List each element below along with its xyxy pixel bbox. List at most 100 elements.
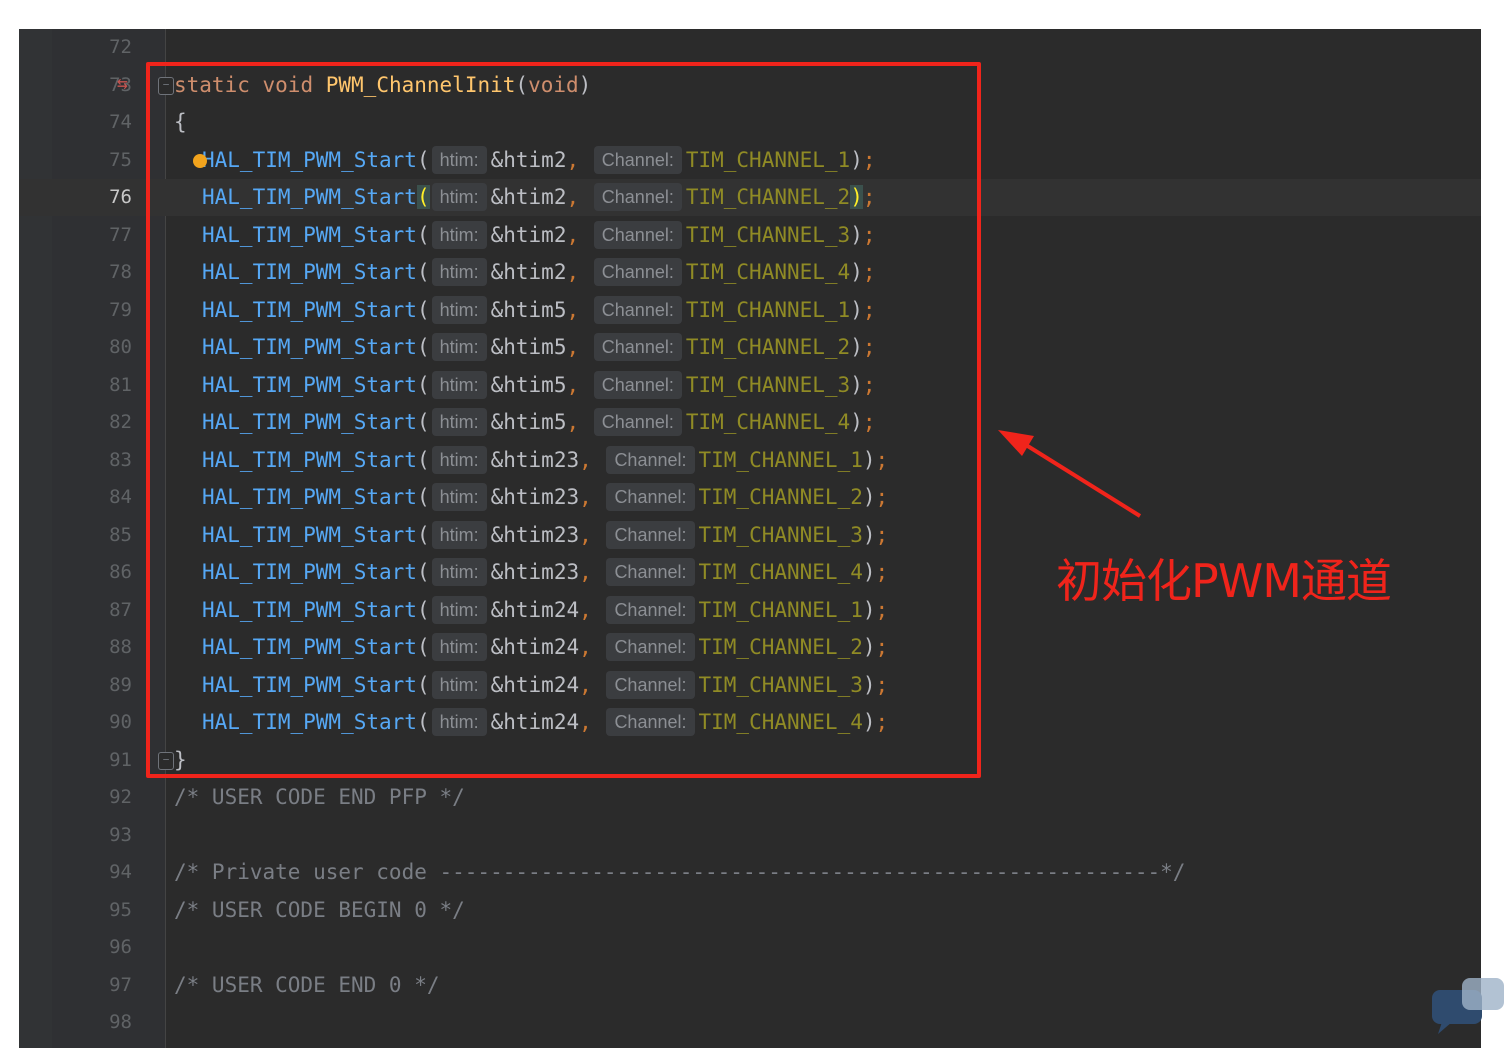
param-hint: htim:: [431, 220, 487, 249]
code-text: {: [174, 110, 187, 134]
param-hint: Channel:: [593, 370, 682, 399]
code-text: /* USER CODE END PFP */: [174, 785, 465, 809]
line-number: 89: [109, 673, 132, 696]
fold-icon[interactable]: −: [158, 76, 174, 95]
code-text: /* USER CODE BEGIN 0 */: [174, 897, 465, 922]
code-text: HAL_TIM_PWM_Start(htim: &htim24, Channel:…: [202, 670, 889, 699]
line-number: 88: [109, 636, 132, 658]
code-line[interactable]: 73 static void PWM_ChannelInit(void): [19, 67, 1481, 104]
code-line[interactable]: 90 HAL_TIM_PWM_Start(htim: &htim24, Channe…: [19, 704, 1481, 741]
line-number: 77: [109, 223, 132, 246]
line-number: 72: [109, 36, 132, 58]
line-number: 76: [109, 186, 132, 208]
code-text: HAL_TIM_PWM_Start(htim: &htim2, Channel: T…: [202, 145, 876, 174]
param-hint: Channel:: [593, 295, 682, 324]
param-hint: htim:: [431, 145, 487, 174]
code-text: }: [174, 747, 187, 772]
code-line[interactable]: 77 HAL_TIM_PWM_Start(htim: &htim2, Channel…: [19, 217, 1481, 254]
param-hint: htim:: [431, 333, 487, 361]
code-line[interactable]: 91}: [19, 742, 1481, 779]
line-number: 74: [109, 111, 132, 133]
code-line[interactable]: 93: [19, 817, 1481, 854]
line-number: 84: [109, 486, 132, 508]
code-line[interactable]: 81 HAL_TIM_PWM_Start(htim: &htim5, Channel…: [19, 367, 1481, 404]
code-line[interactable]: 97 /* USER CODE END 0 */: [19, 967, 1481, 1004]
param-hint: htim:: [431, 295, 487, 324]
line-number: 86: [109, 561, 132, 583]
code-line[interactable]: 75 HAL_TIM_PWM_Start(htim: &htim2, Channel…: [19, 142, 1481, 179]
param-hint: Channel:: [606, 445, 695, 474]
param-hint: htim:: [431, 183, 487, 211]
code-editor[interactable]: 72 92 /* USER CODE END PFP */ 93 94 /* Privat…: [19, 29, 1481, 1048]
intention-bulb-icon[interactable]: [193, 153, 207, 168]
code-text: HAL_TIM_PWM_Start(htim: &htim23, Channel:…: [202, 483, 889, 511]
change-arrows-icon[interactable]: ⇆: [117, 73, 128, 94]
param-hint: htim:: [431, 633, 487, 661]
code-text: HAL_TIM_PWM_Start(htim: &htim23, Channel:…: [202, 520, 889, 549]
param-hint: htim:: [431, 408, 487, 436]
param-hint: Channel:: [593, 333, 682, 361]
code-text: HAL_TIM_PWM_Start(htim: &htim5, Channel: T…: [202, 370, 876, 399]
param-hint: Channel:: [606, 483, 695, 511]
line-number: 87: [109, 598, 132, 621]
chat-bubble-icon: [1432, 978, 1504, 1034]
code-text: HAL_TIM_PWM_Start(htim: &htim2, Channel: T…: [202, 258, 876, 286]
code-text: static void PWM_ChannelInit(void): [174, 72, 592, 97]
code-text: HAL_TIM_PWM_Start(htim: &htim24, Channel:…: [202, 708, 889, 736]
code-text: HAL_TIM_PWM_Start(htim: &htim23, Channel:…: [202, 558, 889, 586]
fold-icon[interactable]: −: [158, 751, 174, 770]
line-number: 78: [109, 261, 132, 283]
param-hint: htim:: [431, 258, 487, 286]
param-hint: Channel:: [606, 670, 695, 699]
line-number: 92: [109, 786, 132, 808]
code-text: HAL_TIM_PWM_Start(htim: &htim24, Channel:…: [202, 633, 889, 661]
code-line[interactable]: 96: [19, 929, 1481, 966]
code-line[interactable]: 88 HAL_TIM_PWM_Start(htim: &htim24, Channe…: [19, 629, 1481, 666]
param-hint: Channel:: [606, 520, 695, 549]
code-text: HAL_TIM_PWM_Start(htim: &htim2, Channel: T…: [202, 220, 876, 249]
code-line[interactable]: 72: [19, 29, 1481, 66]
code-line[interactable]: 76 HAL_TIM_PWM_Start(htim: &htim2, Channel…: [19, 179, 1481, 216]
code-text: HAL_TIM_PWM_Start(htim: &htim24, Channel:…: [202, 595, 889, 624]
code-line[interactable]: 94 /* Private user code -----------------…: [19, 854, 1481, 891]
line-number: 93: [109, 823, 132, 846]
line-number: 79: [109, 298, 132, 321]
line-number: 98: [109, 1011, 132, 1033]
code-line[interactable]: 89 HAL_TIM_PWM_Start(htim: &htim24, Channe…: [19, 667, 1481, 704]
code-line[interactable]: 95 /* USER CODE BEGIN 0 */: [19, 892, 1481, 929]
param-hint: htim:: [431, 520, 487, 549]
line-number: 85: [109, 523, 132, 546]
param-hint: Channel:: [593, 183, 682, 211]
code-line[interactable]: 82 HAL_TIM_PWM_Start(htim: &htim5, Channel…: [19, 404, 1481, 441]
param-hint: Channel:: [606, 558, 695, 586]
param-hint: Channel:: [593, 145, 682, 174]
line-number: 90: [109, 711, 132, 733]
code-line[interactable]: 74 {: [19, 104, 1481, 141]
line-number: 91: [109, 748, 132, 771]
line-number: 83: [109, 448, 132, 471]
param-hint: htim:: [431, 483, 487, 511]
line-number: 96: [109, 936, 132, 958]
annotation-label: 初始化PWM通道: [1056, 554, 1392, 608]
code-line[interactable]: 98: [19, 1004, 1481, 1041]
line-number: 94: [109, 861, 132, 883]
param-hint: Channel:: [593, 408, 682, 436]
param-hint: htim:: [431, 370, 487, 399]
param-hint: Channel:: [593, 220, 682, 249]
line-number: 95: [109, 898, 132, 921]
code-line[interactable]: 83 HAL_TIM_PWM_Start(htim: &htim23, Channe…: [19, 442, 1481, 479]
code-line[interactable]: 92 /* USER CODE END PFP */: [19, 779, 1481, 816]
code-text: HAL_TIM_PWM_Start(htim: &htim5, Channel: T…: [202, 333, 876, 361]
code-line[interactable]: 78 HAL_TIM_PWM_Start(htim: &htim2, Channel…: [19, 254, 1481, 291]
code-line[interactable]: 79 HAL_TIM_PWM_Start(htim: &htim5, Channel…: [19, 292, 1481, 329]
line-number: 97: [109, 973, 132, 996]
code-text: /* Private user code -------------------…: [174, 860, 1186, 884]
code-text: HAL_TIM_PWM_Start(htim: &htim5, Channel: T…: [202, 408, 876, 436]
code-line[interactable]: 80 HAL_TIM_PWM_Start(htim: &htim5, Channel…: [19, 329, 1481, 366]
code-line[interactable]: 84 HAL_TIM_PWM_Start(htim: &htim23, Channe…: [19, 479, 1481, 516]
param-hint: htim:: [431, 670, 487, 699]
param-hint: Channel:: [606, 595, 695, 624]
param-hint: htim:: [431, 708, 487, 736]
param-hint: Channel:: [606, 708, 695, 736]
line-number: 82: [109, 411, 132, 433]
